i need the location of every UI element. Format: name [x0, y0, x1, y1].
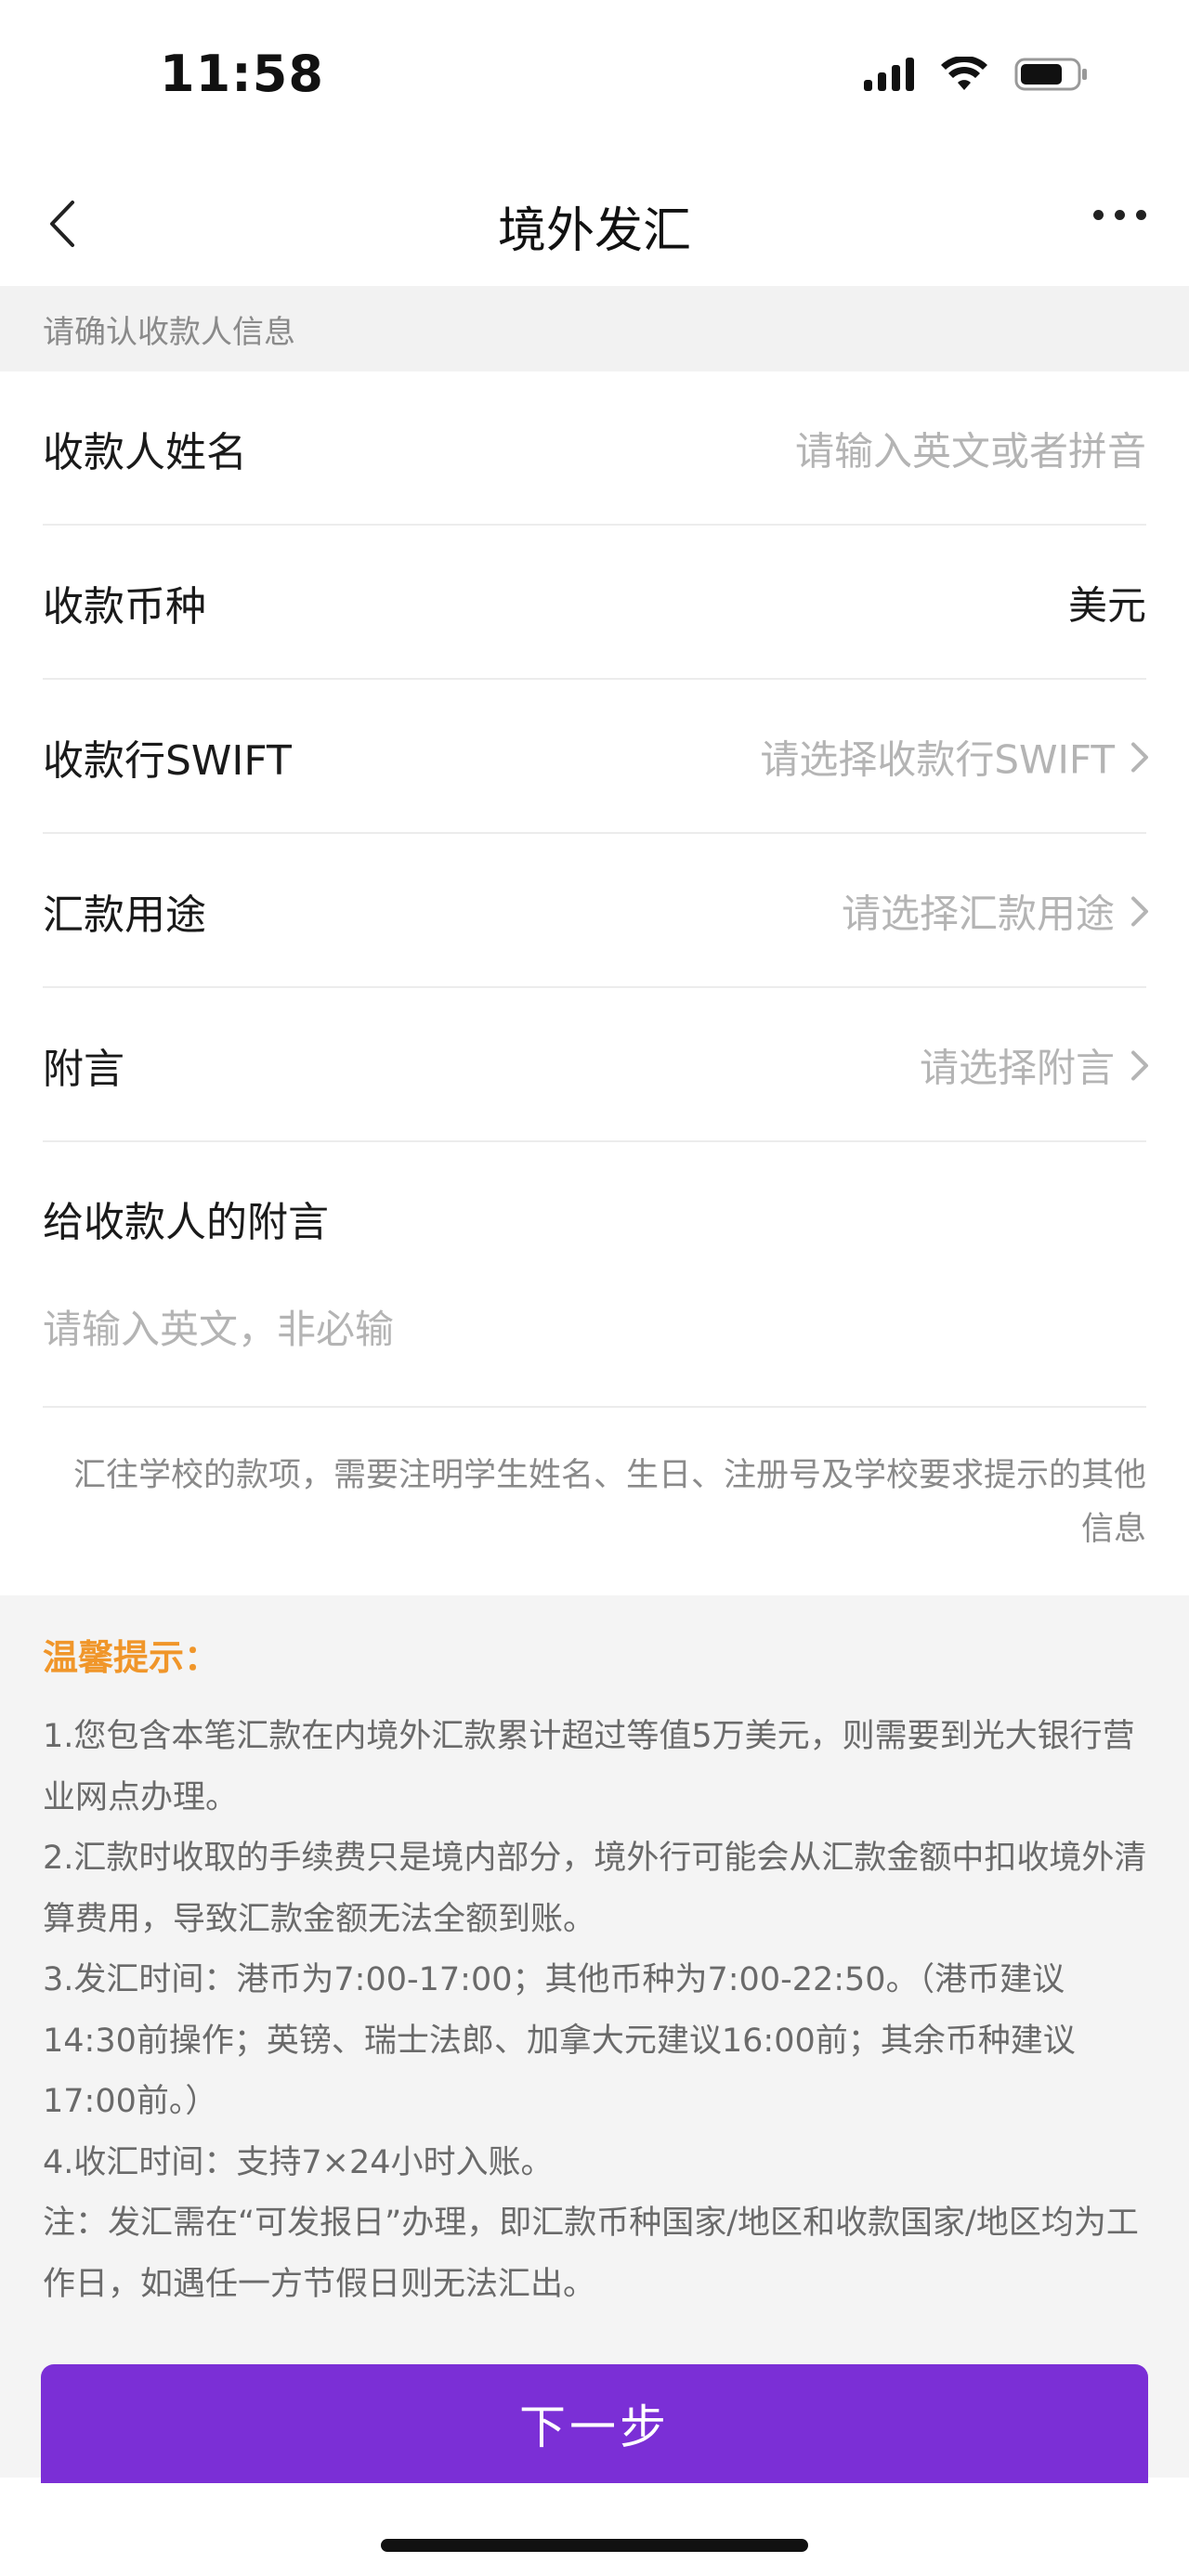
purpose-row[interactable]: 汇款用途 请选择汇款用途 [0, 834, 1189, 988]
signal-icon [864, 58, 914, 91]
bottom-bar [0, 2483, 1189, 2576]
status-icons [864, 56, 1089, 93]
payee-name-label: 收款人姓名 [43, 429, 247, 476]
nav-bar: 境外发汇 [0, 158, 1189, 286]
status-time: 11:58 [160, 45, 324, 103]
chevron-right-icon [1131, 896, 1148, 926]
battery-icon [1014, 58, 1087, 91]
postscript-placeholder: 请选择附言 [919, 1045, 1115, 1091]
tip-line: 3.发汇时间：港币为7:00-17:00；其他币种为7:00-22:50。（港币… [43, 1961, 1076, 2120]
tips-panel: 温馨提示： 1.您包含本笔汇款在内境外汇款累计超过等值5万美元，则需要到光大银行… [0, 1595, 1189, 2478]
tips-body: 1.您包含本笔汇款在内境外汇款累计超过等值5万美元，则需要到光大银行营业网点办理… [43, 1707, 1152, 2315]
currency-label: 收款币种 [43, 583, 206, 631]
tip-line: 注：发汇需在“可发报日”办理，即汇款币种国家/地区和收款国家/地区均为工作日，如… [43, 2205, 1139, 2303]
payee-name-row[interactable]: 收款人姓名 请输入英文或者拼音 [0, 371, 1189, 526]
currency-value[interactable]: 美元 [1068, 575, 1146, 631]
divider [43, 1406, 1146, 1408]
tip-line: 2.汇款时收取的手续费只是境内部分，境外行可能会从汇款金额中扣收境外清算费用，导… [43, 1840, 1147, 1938]
payee-name-input[interactable]: 请输入英文或者拼音 [795, 421, 1146, 477]
tip-line: 1.您包含本笔汇款在内境外汇款累计超过等值5万美元，则需要到光大银行营业网点办理… [43, 1718, 1135, 1816]
purpose-placeholder: 请选择汇款用途 [841, 891, 1115, 937]
page-title: 境外发汇 [497, 203, 691, 259]
divider [43, 1140, 1146, 1142]
home-indicator[interactable] [381, 2539, 808, 2552]
next-step-button[interactable]: 下一步 [41, 2364, 1148, 2483]
postscript-select[interactable]: 请选择附言 [920, 1037, 1152, 1094]
chevron-right-icon [1131, 1050, 1148, 1080]
more-horizontal-icon[interactable] [1093, 210, 1146, 220]
status-bar: 11:58 [0, 0, 1189, 158]
swift-row[interactable]: 收款行SWIFT 请选择收款行SWIFT [0, 680, 1189, 834]
currency-row[interactable]: 收款币种 美元 [0, 526, 1189, 680]
tips-title: 温馨提示： [43, 1637, 220, 1678]
purpose-label: 汇款用途 [43, 891, 206, 939]
postscript-row[interactable]: 附言 请选择附言 [0, 988, 1189, 1142]
swift-label: 收款行SWIFT [43, 737, 292, 785]
section-hint: 请确认收款人信息 [0, 286, 1189, 371]
payee-message-input[interactable]: 请输入英文，非必输 [43, 1298, 394, 1355]
purpose-select[interactable]: 请选择汇款用途 [842, 883, 1152, 940]
tip-line: 4.收汇时间：支持7×24小时入账。 [43, 2143, 554, 2181]
swift-select[interactable]: 请选择收款行SWIFT [760, 729, 1152, 786]
payee-message-label: 给收款人的附言 [43, 1199, 329, 1246]
postscript-label: 附言 [43, 1046, 124, 1093]
chevron-right-icon [1131, 742, 1148, 772]
wifi-icon [941, 57, 987, 90]
swift-placeholder: 请选择收款行SWIFT [760, 736, 1115, 783]
school-note: 汇往学校的款项，需要注明学生姓名、生日、注册号及学校要求提示的其他信息 [72, 1457, 1146, 1548]
